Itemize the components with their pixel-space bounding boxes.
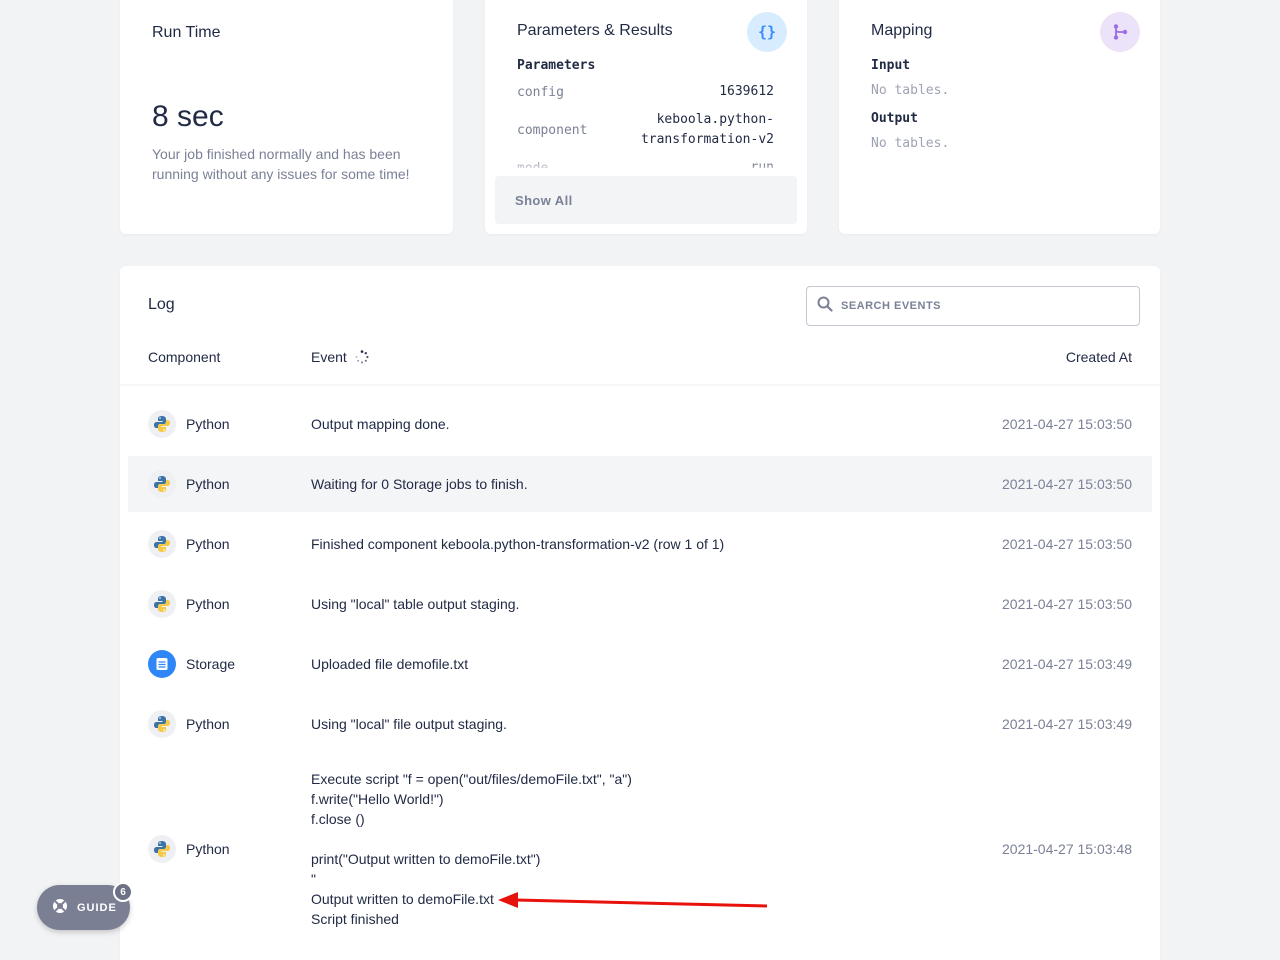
parameters-list: config 1639612 component keboola.python-…	[517, 82, 774, 168]
created-at: 2021-04-27 15:03:50	[1002, 536, 1132, 552]
component-name: Storage	[186, 656, 236, 672]
table-row[interactable]: Python Output mapping done. 2021-04-27 1…	[128, 396, 1152, 452]
guide-badge: 6	[113, 882, 133, 902]
param-row: config 1639612	[517, 82, 774, 102]
run-time-title: Run Time	[152, 24, 221, 41]
python-icon	[148, 590, 176, 618]
input-value: No tables.	[871, 83, 950, 98]
table-row[interactable]: Python Waiting for 0 Storage jobs to fin…	[128, 456, 1152, 512]
column-header-event-wrap: Event	[311, 349, 369, 367]
python-icon	[148, 835, 176, 863]
created-at: 2021-04-27 15:03:49	[1002, 656, 1132, 672]
component-name: Python	[186, 841, 230, 857]
run-time-value: 8 sec	[152, 100, 224, 133]
parameters-results-title: Parameters & Results	[517, 22, 673, 39]
guide-label: GUIDE	[77, 901, 117, 914]
param-row: component keboola.python-transformation-…	[517, 110, 774, 150]
python-icon	[148, 410, 176, 438]
code-braces-icon: {}	[747, 12, 787, 52]
log-card: Log Component Event Created At	[120, 266, 1160, 960]
created-at: 2021-04-27 15:03:50	[1002, 596, 1132, 612]
python-icon	[148, 710, 176, 738]
loading-spinner-icon	[355, 350, 369, 367]
created-at: 2021-04-27 15:03:48	[1002, 841, 1132, 857]
event-text: Output mapping done.	[311, 416, 450, 432]
show-all-button[interactable]: Show All	[495, 176, 797, 224]
event-text: Using "local" table output staging.	[311, 596, 520, 612]
mapping-card: Mapping Input No tables. Output No table…	[839, 0, 1160, 234]
input-label: Input	[871, 58, 911, 73]
header-divider	[120, 384, 1160, 388]
table-row[interactable]: Python Using "local" table output stagin…	[128, 576, 1152, 632]
annotation-arrow	[498, 892, 768, 908]
guide-button[interactable]: GUIDE 6	[37, 882, 133, 930]
event-text: Uploaded file demofile.txt	[311, 656, 469, 672]
param-value: keboola.python-transformation-v2	[640, 112, 774, 147]
event-text: Finished component keboola.python-transf…	[311, 536, 725, 552]
run-time-description: Your job finished normally and has been …	[152, 146, 410, 182]
parameters-results-card: Parameters & Results {} Parameters confi…	[485, 0, 807, 234]
param-key: component	[517, 122, 588, 138]
run-time-card: Run Time 8 sec Your job finished normall…	[120, 0, 453, 234]
search-events-box[interactable]	[806, 286, 1140, 326]
output-value: No tables.	[871, 136, 950, 151]
created-at: 2021-04-27 15:03:49	[1002, 716, 1132, 732]
column-header-event[interactable]: Event	[311, 349, 347, 365]
component-name: Python	[186, 596, 230, 612]
output-label: Output	[871, 111, 918, 126]
table-row[interactable]: Storage Uploaded file demofile.txt 2021-…	[128, 636, 1152, 692]
python-icon	[148, 470, 176, 498]
created-at: 2021-04-27 15:03:50	[1002, 476, 1132, 492]
column-header-created-at[interactable]: Created At	[1066, 349, 1132, 365]
search-events-input[interactable]	[841, 300, 1121, 312]
parameters-label: Parameters	[517, 58, 596, 73]
row-component: Python	[148, 530, 230, 558]
row-component: Python	[148, 835, 230, 863]
param-value: 1639612	[719, 84, 774, 99]
row-component: Storage	[148, 650, 235, 678]
component-name: Python	[186, 536, 230, 552]
row-component: Python	[148, 710, 230, 738]
row-component: Python	[148, 410, 230, 438]
row-component: Python	[148, 590, 230, 618]
table-row[interactable]: Python Finished component keboola.python…	[128, 516, 1152, 572]
column-header-component[interactable]: Component	[148, 349, 220, 365]
branch-icon	[1100, 12, 1140, 52]
parameters-fade	[517, 158, 777, 174]
storage-icon	[148, 650, 176, 678]
created-at: 2021-04-27 15:03:50	[1002, 416, 1132, 432]
component-name: Python	[186, 476, 230, 492]
row-component: Python	[148, 470, 230, 498]
component-name: Python	[186, 716, 230, 732]
table-row[interactable]: Python Using "local" file output staging…	[128, 696, 1152, 752]
component-name: Python	[186, 416, 230, 432]
log-title: Log	[148, 296, 175, 313]
python-icon	[148, 530, 176, 558]
mapping-title: Mapping	[871, 22, 933, 39]
event-text: Waiting for 0 Storage jobs to finish.	[311, 476, 528, 492]
param-key: config	[517, 84, 564, 100]
lifebuoy-icon	[52, 898, 68, 917]
event-text: Using "local" file output staging.	[311, 716, 507, 732]
search-icon	[817, 296, 833, 317]
